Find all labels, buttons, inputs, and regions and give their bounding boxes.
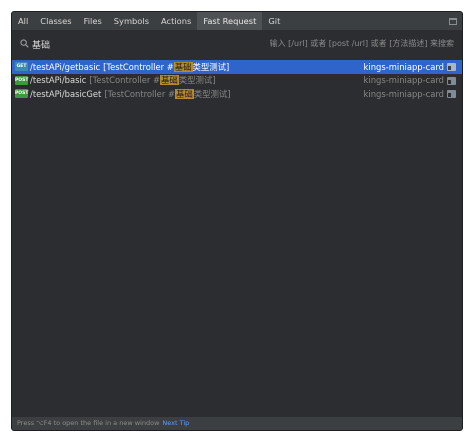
match-highlight: 基础 <box>173 61 193 72</box>
desc-prefix: [TestController # <box>89 75 161 86</box>
tab-actions[interactable]: Actions <box>155 12 197 30</box>
results-list: GET /testAPi/getbasic [TestController #基… <box>12 60 462 101</box>
module-name: kings-miniapp-card <box>363 75 444 86</box>
result-row[interactable]: GET /testAPi/getbasic [TestController #基… <box>12 60 462 74</box>
match-highlight: 基础 <box>160 75 179 86</box>
result-description: [TestController #基础类型测试] <box>89 74 216 86</box>
result-url: /testAPi/getbasic <box>30 61 101 72</box>
module-icon <box>447 90 456 98</box>
method-badge: POST <box>15 75 29 85</box>
result-description: [TestController #基础类型测试] <box>104 88 231 100</box>
desc-prefix: [TestController # <box>104 88 175 99</box>
footer-tip: Press ⌥F4 to open the file in a new wind… <box>17 419 160 427</box>
match-highlight: 基础 <box>174 88 194 99</box>
result-row[interactable]: POST /testAPi/basic [TestController #基础类… <box>12 74 462 88</box>
method-badge: POST <box>15 89 29 99</box>
desc-suffix: 类型测试] <box>178 75 216 86</box>
desc-suffix: 类型测试] <box>193 88 231 99</box>
method-badge: GET <box>15 62 28 72</box>
tab-classes[interactable]: Classes <box>34 12 77 30</box>
desc-prefix: [TestController # <box>103 61 174 72</box>
result-description: [TestController #基础类型测试] <box>103 61 229 73</box>
window-icon[interactable] <box>444 12 462 30</box>
result-row[interactable]: POST /testAPi/basicGet [TestController #… <box>12 87 462 101</box>
tab-all[interactable]: All <box>12 12 34 30</box>
tab-spacer <box>286 12 444 30</box>
tab-symbols[interactable]: Symbols <box>108 12 155 30</box>
search-everywhere-popup: All Classes Files Symbols Actions Fast R… <box>11 11 463 431</box>
search-icon <box>20 39 29 48</box>
desc-suffix: 类型测试] <box>192 61 230 72</box>
module-icon <box>447 76 456 85</box>
status-footer: Press ⌥F4 to open the file in a new wind… <box>12 417 462 430</box>
tab-files[interactable]: Files <box>78 12 108 30</box>
tab-git[interactable]: Git <box>262 12 286 30</box>
module-name: kings-miniapp-card <box>363 88 444 99</box>
module-name: kings-miniapp-card <box>363 61 444 72</box>
next-tip-link[interactable]: Next Tip <box>162 419 189 427</box>
tab-fast-request[interactable]: Fast Request <box>197 12 263 30</box>
result-url: /testAPi/basic <box>30 75 87 86</box>
module-icon <box>447 63 456 71</box>
search-hint: 输入 [/url] 或者 [post /url] 或者 [方法描述] 来搜索 <box>269 39 454 48</box>
search-row: 输入 [/url] 或者 [post /url] 或者 [方法描述] 来搜索 <box>12 30 462 58</box>
result-url: /testAPi/basicGet <box>30 88 102 99</box>
search-input[interactable] <box>32 36 232 52</box>
tab-bar: All Classes Files Symbols Actions Fast R… <box>12 12 462 30</box>
